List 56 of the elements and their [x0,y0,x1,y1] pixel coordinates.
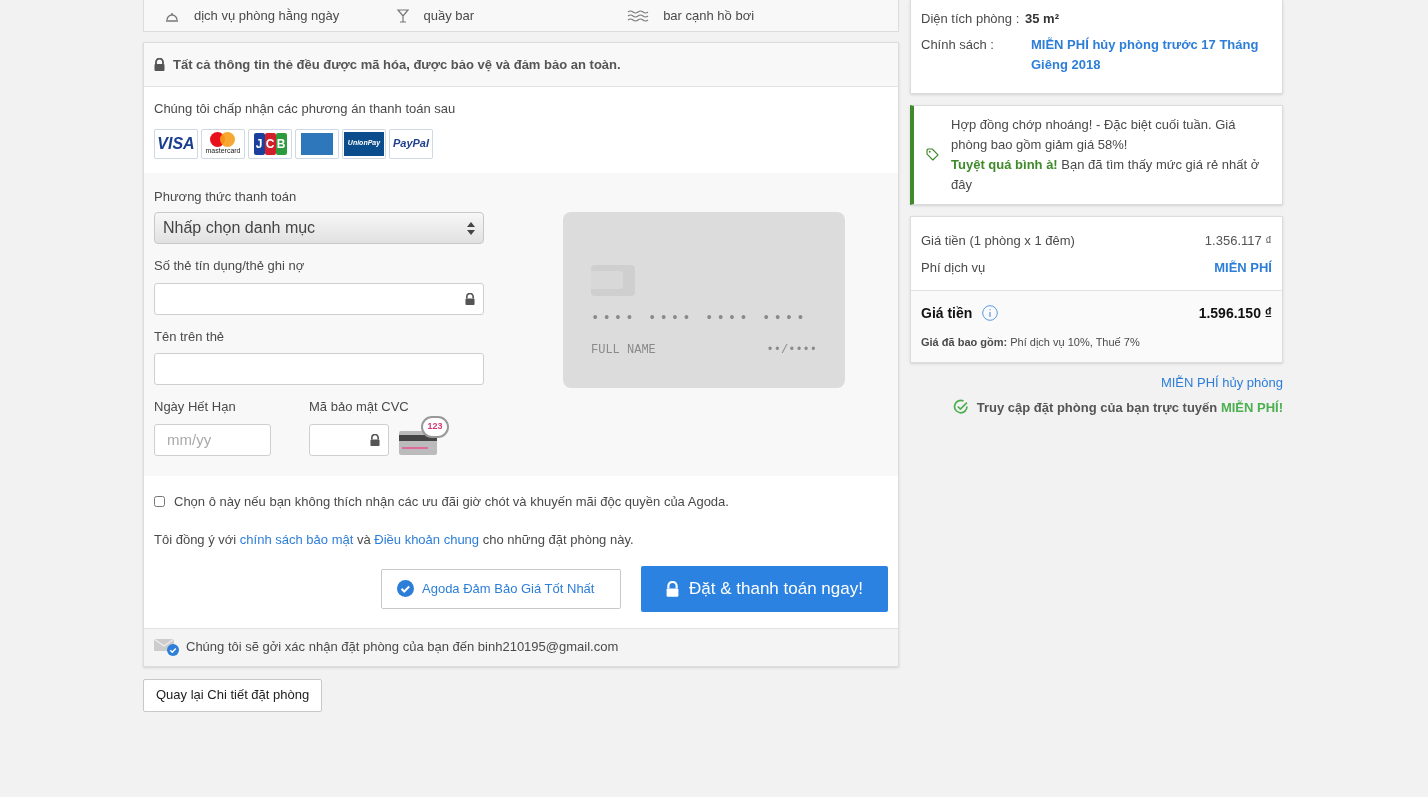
total-amount: 1.596.150 ₫ [1198,303,1272,323]
check-circle-icon [397,580,414,597]
price-note: Giá đã bao gồm: Phí dịch vụ 10%, Thuế 7% [921,334,1141,350]
opt-out-label: Chọn ô này nếu bạn không thích nhận các ưu đãi giờ chót và khuyến mãi độc quyền của Agoda. [174,492,729,511]
lock-icon [666,580,680,597]
email-confirmed-icon [154,637,180,657]
room-info-value: 35 m² [1025,10,1059,28]
lock-icon [154,58,165,71]
cancellation-policy-link[interactable]: MIỄN PHÍ hủy phòng trước 17 Tháng Giêng 2018 [1031,34,1272,75]
terms-link[interactable]: chính sách bảo mật [239,532,354,547]
info-icon [982,305,999,321]
free-cancellation-link[interactable]: MIỄN PHÍ hủy phòng [1160,373,1283,393]
lock-icon [370,433,380,446]
waves-icon [627,9,650,22]
accepted-title: Chúng tôi chấp nhận các phương án thanh toán sau [154,100,457,118]
deal-text: Tuyệt quá bình à! Bạn đã tìm thấy mức giá rẻ nhất ở đây [951,155,1261,194]
card-number-field[interactable] [154,282,484,315]
security-note: Tất cả thông tin thẻ đều được mã hóa, được bảo vệ và đảm bảo an toàn. [173,55,621,74]
room-info-label: Chính sách : [921,35,995,54]
opt-out-checkbox[interactable] [154,495,165,507]
field-label: Ngày Hết Hạn [154,398,237,416]
expiry-field[interactable]: mm/yy [154,423,271,456]
field-label: Phương thức thanh toán [154,187,298,206]
online-access-text: Truy cập đặt phòng của bạn trực tuyến MIỄN PHÍ! [976,398,1283,417]
sort-arrows-icon [467,221,475,235]
back-button[interactable]: Quay lại Chi tiết đặt phòng [143,678,323,712]
field-label: Số thẻ tín dụng/thẻ ghi nợ [154,257,306,275]
card-logo: VISA [154,128,198,159]
terms-link[interactable]: Điều khoản chung [374,532,480,547]
card-number-mask: •••• •••• •••• •••• [591,308,809,328]
card-logo: PayPal [389,128,433,159]
amenity-label: dịch vụ phòng hằng ngày [194,6,340,25]
field-label: Tên trên thẻ [154,327,226,346]
wine-glass-icon [395,8,410,23]
price-value: 1.356.117 ₫ [1204,231,1272,250]
price-guarantee-badge[interactable]: Agoda Đảm Bảo Giá Tốt Nhất [381,568,621,609]
price-value: MIỄN PHÍ [1214,259,1272,277]
amenity-label: quầy bar [423,6,475,25]
total-label: Giá tiền [921,303,973,323]
price-label: Giá tiền (1 phòng x 1 đêm) [921,231,1075,250]
check-circle-icon [952,399,969,416]
confirmation-text: Chúng tôi sẽ gởi xác nhận đặt phòng của bạn đến binh210195@gmail.com [186,638,619,657]
amenity-label: bar cạnh hồ bơi [663,6,755,25]
price-label: Phí dịch vụ [921,259,986,277]
book-and-pay-button[interactable]: Đặt & thanh toán ngay! [641,565,888,612]
terms-text: Tôi đồng ý với chính sách bảo mật và Điều khoản chung cho những đặt phòng này. [154,531,635,549]
deal-text: Hợp đồng chớp nhoáng! - Đặc biệt cuối tuần. Giá phòng bao gồm giảm giá 58%! [951,115,1237,154]
lock-icon [465,292,475,305]
card-expiry-mask: ••/•••• [766,341,817,359]
card-name-mask: FULL NAME [591,341,656,359]
name-on-card-field[interactable] [154,353,484,385]
cvc-field[interactable] [309,423,389,456]
field-label: Mã bảo mật CVC [309,398,410,416]
payment-method-select[interactable]: Nhấp chọn danh mục [154,212,484,244]
tag-icon [926,145,940,164]
card-logo [295,128,339,159]
